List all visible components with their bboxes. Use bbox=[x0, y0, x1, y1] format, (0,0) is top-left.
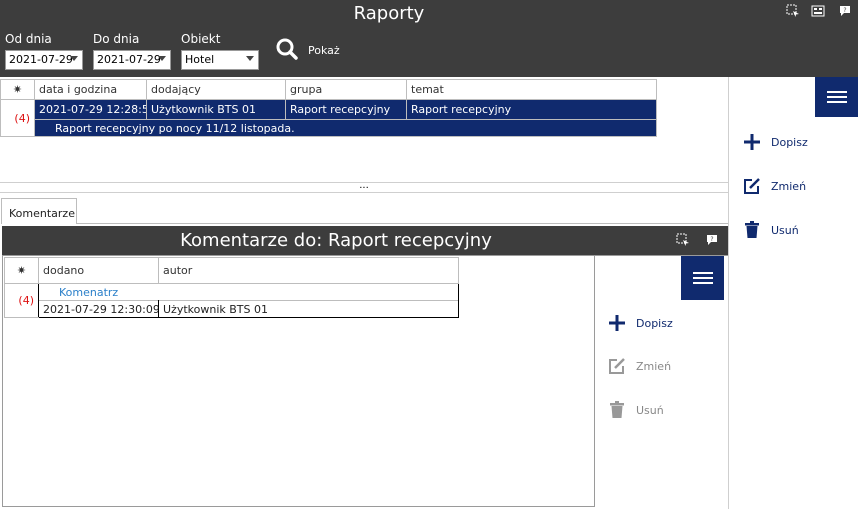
trash-icon bbox=[745, 221, 759, 238]
star-icon[interactable]: ✷ bbox=[0, 79, 35, 100]
actions-pane: Dopisz Zmień Usuń bbox=[728, 77, 858, 509]
menu-button[interactable] bbox=[681, 256, 724, 300]
add-label: Dopisz bbox=[771, 136, 808, 149]
chevron-down-icon bbox=[70, 56, 78, 61]
table-row-description[interactable]: Raport recepcyjny po nocy 11/12 listopad… bbox=[1, 119, 657, 137]
table-row[interactable]: (4) Komenatrz bbox=[4, 283, 459, 318]
object-value: Hotel bbox=[185, 53, 215, 66]
table-header: ✷ data i godzina dodający grupa temat bbox=[0, 79, 657, 100]
comments-table: ✷ dodano autor (4) Komenatrz 2021-07-29 … bbox=[4, 257, 459, 318]
show-button-label: Pokaż bbox=[308, 44, 340, 57]
select-icon[interactable] bbox=[786, 4, 800, 18]
from-date-select[interactable]: 2021-07-29 bbox=[5, 50, 83, 70]
row-added[interactable]: 2021-07-29 12:30:09 bbox=[38, 300, 159, 318]
hamburger-icon bbox=[693, 272, 713, 274]
edit-icon bbox=[744, 178, 760, 194]
column-topic[interactable]: temat bbox=[406, 79, 657, 100]
page-title: Raporty bbox=[353, 3, 425, 24]
to-date-label: Do dnia bbox=[93, 32, 140, 46]
to-date-value: 2021-07-29 bbox=[97, 53, 161, 66]
add-comment-button[interactable]: Dopisz bbox=[608, 314, 708, 334]
menu-button[interactable] bbox=[815, 77, 858, 117]
chat-icon[interactable]: ? bbox=[705, 233, 719, 247]
tab-divider bbox=[77, 223, 728, 224]
to-date-select[interactable]: 2021-07-29 bbox=[93, 50, 171, 70]
add-button[interactable]: Dopisz bbox=[743, 133, 843, 153]
chevron-down-icon bbox=[158, 56, 166, 61]
column-added[interactable]: dodano bbox=[38, 257, 159, 284]
from-date-label: Od dnia bbox=[5, 32, 52, 46]
delete-label: Usuń bbox=[771, 224, 799, 237]
comments-actions-pane: Dopisz Zmień Usuń bbox=[595, 255, 728, 507]
column-added-by[interactable]: dodający bbox=[146, 79, 286, 100]
table-row-meta[interactable]: 2021-07-29 12:30:09 Użytkownik BTS 01 bbox=[5, 300, 459, 318]
chevron-down-icon bbox=[246, 56, 254, 61]
row-count: (4) bbox=[0, 99, 35, 137]
row-date[interactable]: 2021-07-29 12:28:54 bbox=[34, 99, 147, 120]
layout-icon[interactable] bbox=[811, 4, 825, 18]
row-comment[interactable]: Komenatrz bbox=[38, 283, 459, 301]
tab-comments[interactable]: Komentarze bbox=[1, 198, 77, 224]
chat-icon[interactable]: ? bbox=[838, 4, 852, 18]
edit-comment-button[interactable]: Zmień bbox=[608, 357, 708, 377]
table-row[interactable]: (4) 2021-07-29 12:28:54 Użytkownik BTS 0… bbox=[0, 99, 657, 137]
row-author[interactable]: Użytkownik BTS 01 bbox=[158, 300, 459, 318]
delete-comment-button[interactable]: Usuń bbox=[608, 401, 708, 421]
splitter-handle[interactable]: ... bbox=[0, 181, 728, 193]
search-icon bbox=[276, 38, 298, 60]
reports-table: ✷ data i godzina dodający grupa temat (4… bbox=[0, 79, 657, 137]
plus-icon bbox=[744, 134, 760, 150]
comments-panel: ✷ dodano autor (4) Komenatrz 2021-07-29 … bbox=[2, 255, 595, 507]
comments-title: Komentarze do: Raport recepcyjny bbox=[180, 230, 492, 251]
object-select[interactable]: Hotel bbox=[181, 50, 259, 70]
edit-icon bbox=[609, 358, 625, 374]
row-group[interactable]: Raport recepcyjny bbox=[285, 99, 407, 120]
reports-window: Raporty ? Od dnia 2021-07-29 Do dnia 202… bbox=[0, 0, 858, 509]
select-icon[interactable] bbox=[676, 233, 690, 247]
plus-icon bbox=[609, 315, 625, 331]
column-date[interactable]: data i godzina bbox=[34, 79, 147, 100]
from-date-value: 2021-07-29 bbox=[9, 53, 73, 66]
hamburger-icon bbox=[827, 91, 847, 93]
add-comment-label: Dopisz bbox=[636, 317, 673, 330]
row-count: (4) bbox=[4, 283, 39, 318]
delete-comment-label: Usuń bbox=[636, 404, 664, 417]
edit-comment-label: Zmień bbox=[636, 360, 672, 373]
svg-text:?: ? bbox=[843, 7, 846, 14]
column-group[interactable]: grupa bbox=[285, 79, 407, 100]
object-label: Obiekt bbox=[181, 32, 221, 46]
row-topic[interactable]: Raport recepcyjny bbox=[406, 99, 657, 120]
delete-button[interactable]: Usuń bbox=[743, 221, 843, 241]
header-bar: Raporty ? Od dnia 2021-07-29 Do dnia 202… bbox=[0, 0, 858, 77]
edit-button[interactable]: Zmień bbox=[743, 177, 843, 197]
edit-label: Zmień bbox=[771, 180, 807, 193]
svg-text:?: ? bbox=[710, 236, 713, 243]
row-added-by[interactable]: Użytkownik BTS 01 bbox=[146, 99, 286, 120]
trash-icon bbox=[610, 401, 624, 418]
comments-header: Komentarze do: Raport recepcyjny ? bbox=[2, 226, 728, 255]
table-header: ✷ dodano autor bbox=[4, 257, 459, 284]
show-button[interactable]: Pokaż bbox=[276, 38, 356, 64]
column-author[interactable]: autor bbox=[158, 257, 459, 284]
star-icon[interactable]: ✷ bbox=[4, 257, 39, 284]
row-description[interactable]: Raport recepcyjny po nocy 11/12 listopad… bbox=[34, 119, 657, 137]
